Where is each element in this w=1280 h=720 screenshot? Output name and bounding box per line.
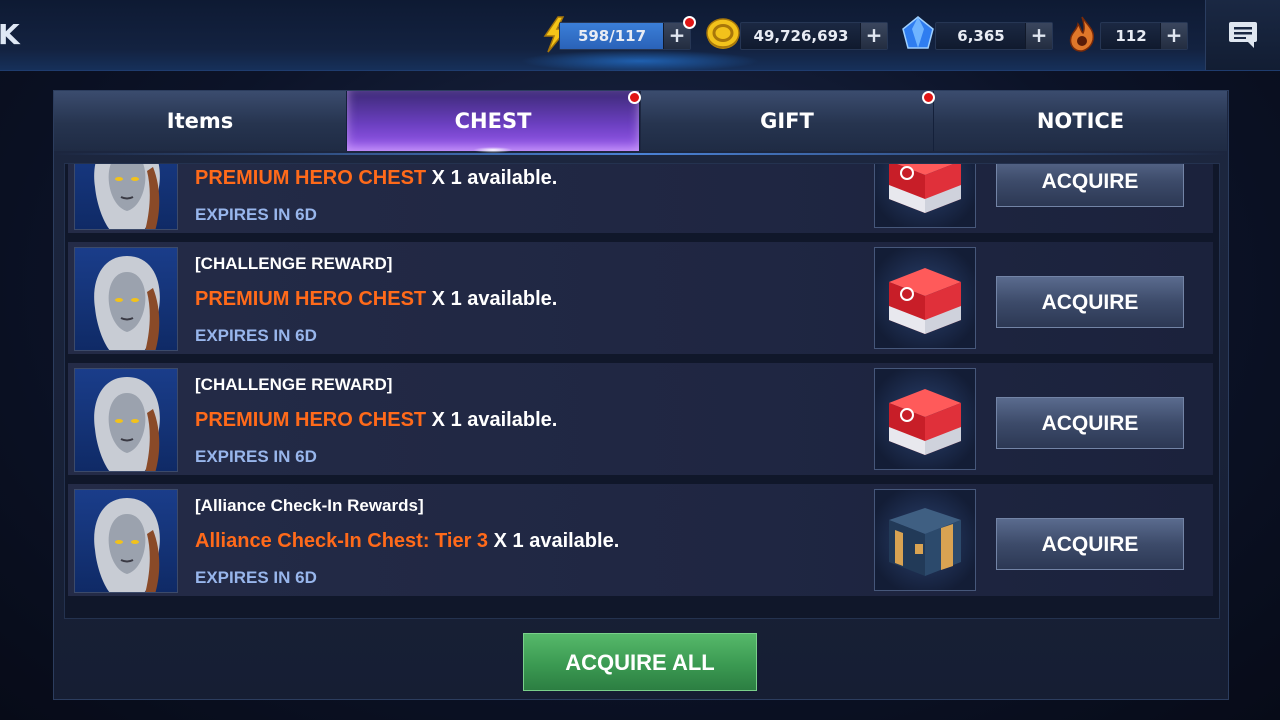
- gold-plus-button[interactable]: +: [860, 23, 887, 49]
- fire-icon: [1069, 16, 1095, 52]
- reward-quantity: X 1 available.: [488, 530, 620, 552]
- tab-items[interactable]: Items: [54, 91, 347, 151]
- acquire-button[interactable]: ACQUIRE: [996, 397, 1184, 449]
- row-reward-line: PREMIUM HERO CHEST X 1 available.: [195, 409, 557, 432]
- fire-value: 112: [1115, 27, 1147, 45]
- gold-coin-icon: [706, 18, 740, 49]
- energy-notification-dot: [683, 16, 696, 29]
- list-item: [Alliance Check-In Rewards] Alliance Che…: [68, 484, 1213, 596]
- reward-quantity: X 1 available.: [426, 167, 558, 189]
- reward-name: PREMIUM HERO CHEST: [195, 288, 427, 310]
- tab-bar: Items CHEST GIFT NOTICE: [54, 91, 1228, 153]
- reward-name: Alliance Check-In Chest: Tier 3: [195, 530, 489, 552]
- gift-tab-notification-dot: [922, 91, 935, 104]
- row-label: [CHALLENGE REWARD]: [195, 375, 393, 394]
- acquire-button[interactable]: ACQUIRE: [996, 164, 1184, 207]
- expiry-text: EXPIRES IN 6D: [195, 205, 317, 224]
- energy-counter: 598/117 +: [559, 22, 691, 50]
- chat-button[interactable]: [1205, 0, 1280, 70]
- expiry-text: EXPIRES IN 6D: [195, 326, 317, 345]
- reward-name: PREMIUM HERO CHEST: [195, 167, 427, 189]
- hero-portrait-image: [94, 498, 160, 592]
- tab-chest[interactable]: CHEST: [347, 91, 640, 153]
- row-reward-line: PREMIUM HERO CHEST X 1 available.: [195, 167, 557, 190]
- gold-value: 49,726,693: [753, 27, 849, 45]
- chest-tab-notification-dot: [628, 91, 641, 104]
- fire-plus-button[interactable]: +: [1160, 23, 1187, 49]
- reward-quantity: X 1 available.: [426, 409, 558, 431]
- crystal-counter: 6,365 +: [935, 22, 1053, 50]
- back-button[interactable]: K: [0, 18, 20, 51]
- row-label: [Alliance Check-In Rewards]: [195, 496, 424, 515]
- red-chest-icon: [889, 164, 961, 213]
- alliance-chest-icon: [889, 508, 961, 576]
- row-reward-line: PREMIUM HERO CHEST X 1 available.: [195, 288, 557, 311]
- acquire-button[interactable]: ACQUIRE: [996, 276, 1184, 328]
- red-chest-icon: [889, 268, 961, 334]
- chest-thumbnail: [874, 368, 976, 470]
- top-resource-bar: K 598/117 + 49,726,693 + 6,365 + 112 +: [0, 0, 1280, 72]
- acquire-button[interactable]: ACQUIRE: [996, 518, 1184, 570]
- row-label: [CHALLENGE REWARD]: [195, 254, 393, 273]
- hero-portrait: [74, 164, 178, 230]
- list-item: [CHALLENGE REWARD] PREMIUM HERO CHEST X …: [68, 242, 1213, 354]
- crystal-value: 6,365: [957, 27, 1005, 45]
- reward-quantity: X 1 available.: [426, 288, 558, 310]
- acquire-all-button[interactable]: ACQUIRE ALL: [523, 633, 757, 691]
- hero-portrait: [74, 247, 178, 351]
- tab-notice[interactable]: NOTICE: [934, 91, 1227, 151]
- chest-thumbnail: [874, 247, 976, 349]
- fire-counter: 112 +: [1100, 22, 1188, 50]
- hero-portrait-image: [94, 164, 160, 229]
- chest-thumbnail: [874, 489, 976, 591]
- energy-value: 598/117: [560, 23, 664, 49]
- expiry-text: EXPIRES IN 6D: [195, 568, 317, 587]
- row-reward-line: Alliance Check-In Chest: Tier 3 X 1 avai…: [195, 530, 619, 553]
- list-item: PREMIUM HERO CHEST X 1 available. EXPIRE…: [68, 164, 1213, 233]
- chest-thumbnail: [874, 164, 976, 228]
- hero-portrait: [74, 368, 178, 472]
- chat-icon: [1229, 22, 1257, 48]
- reward-list[interactable]: PREMIUM HERO CHEST X 1 available. EXPIRE…: [64, 163, 1220, 619]
- gold-counter: 49,726,693 +: [740, 22, 888, 50]
- list-item: [CHALLENGE REWARD] PREMIUM HERO CHEST X …: [68, 363, 1213, 475]
- crystal-icon: [902, 16, 934, 49]
- crystal-plus-button[interactable]: +: [1025, 23, 1052, 49]
- expiry-text: EXPIRES IN 6D: [195, 447, 317, 466]
- hero-portrait: [74, 489, 178, 593]
- panel-divider: [53, 153, 1227, 155]
- hero-portrait-image: [94, 377, 160, 471]
- reward-name: PREMIUM HERO CHEST: [195, 409, 427, 431]
- hero-portrait-image: [94, 256, 160, 350]
- mailbox-panel: Items CHEST GIFT NOTICE PREMIUM HERO CHE…: [53, 90, 1229, 700]
- tab-gift[interactable]: GIFT: [641, 91, 934, 151]
- red-chest-icon: [889, 389, 961, 455]
